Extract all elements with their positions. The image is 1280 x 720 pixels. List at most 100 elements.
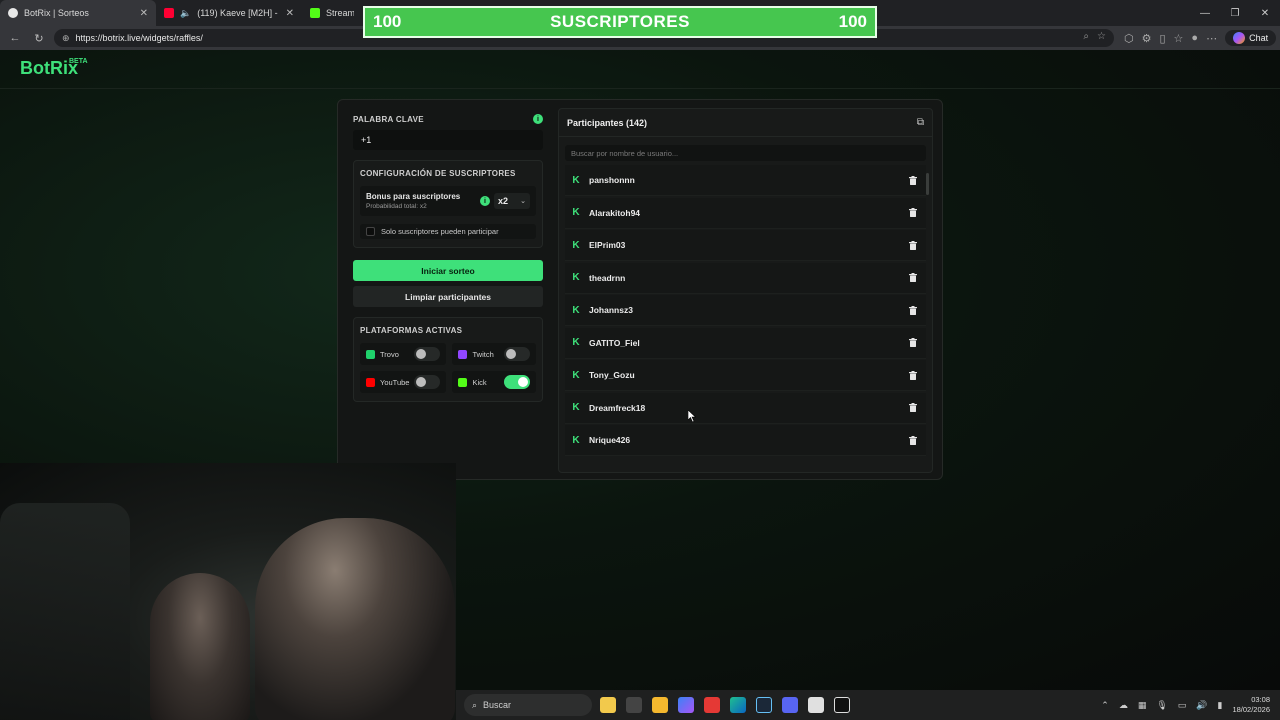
kick-toggle[interactable]: [504, 375, 530, 389]
delete-participant-icon[interactable]: [906, 206, 920, 220]
maximize-icon[interactable]: ❐: [1220, 0, 1250, 26]
chevron-down-icon: ⌄: [520, 198, 526, 205]
participant-row: K GATITO_Fiel: [565, 327, 926, 359]
taskbar-search[interactable]: ⌕ Buscar: [464, 694, 592, 716]
beta-badge: BETA: [69, 58, 88, 65]
folder-icon[interactable]: [652, 697, 668, 713]
youtube-favicon-icon: [164, 8, 174, 18]
split-screen-icon[interactable]: ▯: [1159, 32, 1165, 45]
site-info-icon[interactable]: ⊕: [62, 33, 70, 44]
platform-youtube: YouTube: [360, 371, 447, 393]
minimize-icon[interactable]: —: [1190, 0, 1220, 26]
copy-icon[interactable]: ⧉: [917, 117, 924, 128]
clock-date: 18/02/2026: [1232, 705, 1270, 714]
reload-icon[interactable]: ↻: [28, 27, 50, 49]
copilot-app-icon[interactable]: [678, 697, 694, 713]
bonus-row: Bonus para suscriptores Probabilidad tot…: [360, 186, 536, 216]
delete-participant-icon[interactable]: [906, 368, 920, 382]
kick-icon: K: [572, 272, 580, 283]
clear-participants-button[interactable]: Limpiar participantes: [353, 286, 543, 307]
file-explorer-icon[interactable]: [600, 697, 616, 713]
window-controls: — ❐ ✕: [1190, 0, 1280, 26]
network-icon[interactable]: ▦: [1138, 700, 1147, 711]
delete-participant-icon[interactable]: [906, 303, 920, 317]
wps-icon[interactable]: [704, 697, 720, 713]
delete-participant-icon[interactable]: [906, 433, 920, 447]
twitch-toggle[interactable]: [504, 347, 530, 361]
participant-row: Ktheadrnn: [565, 262, 926, 294]
gaming-chair: [0, 503, 130, 720]
start-raffle-button[interactable]: Iniciar sorteo: [353, 260, 543, 281]
tab-title: (119) Kaeve [M2H] - Deja Qu: [197, 8, 279, 18]
display-icon[interactable]: ▭: [1178, 700, 1187, 711]
platform-kick: Kick: [452, 371, 536, 393]
delete-participant-icon[interactable]: [906, 173, 920, 187]
participant-row: K ElPrim03: [565, 230, 926, 261]
youtube-toggle[interactable]: [414, 375, 441, 389]
chrome-icon[interactable]: [808, 697, 824, 713]
bonus-probability: Probabilidad total: x2: [366, 203, 427, 210]
multiplier-select[interactable]: x2 ⌄: [494, 193, 530, 209]
speaker-icon[interactable]: 🔈: [180, 8, 191, 19]
battery-icon[interactable]: ▮: [1218, 700, 1223, 711]
solo-subs-row[interactable]: Solo suscriptores pueden participar: [360, 224, 536, 239]
copilot-icon: [1233, 32, 1246, 44]
settings-icon[interactable]: ⚙: [1142, 32, 1152, 45]
zoom-icon[interactable]: ⌕: [1083, 31, 1089, 42]
banner-label: SUSCRIPTORES: [550, 12, 690, 31]
more-icon[interactable]: ⋯: [1206, 32, 1217, 45]
platforms-label: PLATAFORMAS ACTIVAS: [360, 326, 463, 335]
tab-botrix[interactable]: BotRix | Sorteos ✕: [0, 0, 156, 26]
trovo-icon: [366, 349, 375, 359]
kick-icon: K: [572, 174, 580, 186]
search-icon: ⌕: [472, 699, 478, 710]
participant-name: Nrique426: [589, 435, 631, 445]
back-icon[interactable]: ←: [4, 27, 26, 49]
favorites-icon[interactable]: ☆: [1174, 32, 1184, 45]
edge-icon[interactable]: [730, 697, 746, 713]
delete-participant-icon[interactable]: [906, 336, 920, 350]
participant-search-input[interactable]: Buscar por nombre de usuario...: [565, 145, 926, 161]
close-tab-icon[interactable]: ✕: [140, 8, 148, 19]
capcut-icon[interactable]: [834, 697, 850, 713]
platform-name: Kick: [472, 377, 487, 387]
participant-name: Alarakitoh94: [589, 207, 641, 218]
task-view-icon[interactable]: [626, 697, 642, 713]
delete-participant-icon[interactable]: [906, 271, 920, 285]
active-platforms: PLATAFORMAS ACTIVAS Trovo Twitch YouTube…: [353, 317, 543, 402]
close-window-icon[interactable]: ✕: [1250, 0, 1280, 26]
extension-icon[interactable]: ⬡: [1124, 32, 1134, 45]
kick-icon: K: [572, 369, 580, 381]
tab-kick[interactable]: Stream - Ki: [302, 0, 362, 26]
subscriber-config: CONFIGURACIÓN DE SUSCRIPTORES Bonus para…: [353, 160, 543, 248]
multiplier-value: x2: [498, 196, 509, 206]
tab-youtube[interactable]: 🔈 (119) Kaeve [M2H] - Deja Qu ✕: [156, 0, 302, 26]
botrix-logo[interactable]: BotRix BETA: [20, 58, 88, 79]
volume-icon[interactable]: 🔊: [1196, 700, 1207, 711]
onedrive-icon[interactable]: ☁: [1119, 700, 1128, 711]
favorite-star-icon[interactable]: ☆: [1097, 31, 1106, 42]
delete-participant-icon[interactable]: [906, 238, 920, 252]
solo-subs-checkbox[interactable]: [366, 227, 375, 236]
kick-icon: K: [572, 304, 580, 316]
clock[interactable]: 03:08 18/02/2026: [1232, 695, 1270, 715]
profile-icon[interactable]: ●: [1191, 32, 1198, 44]
steam-icon[interactable]: [756, 697, 772, 713]
chat-button[interactable]: Chat: [1225, 30, 1277, 46]
delete-participant-icon[interactable]: [906, 401, 920, 415]
participant-row: Kpanshonnn: [565, 165, 926, 196]
trovo-toggle[interactable]: [414, 347, 441, 361]
mouse-cursor-icon: [688, 410, 696, 422]
list-scrollbar[interactable]: [926, 173, 929, 195]
clock-time: 03:08: [1251, 695, 1270, 704]
participant-name: theadrnn: [589, 272, 626, 283]
youtube-icon: [366, 377, 375, 387]
chevron-up-icon[interactable]: ⌃: [1101, 700, 1109, 711]
microphone-icon[interactable]: 🎙: [1156, 700, 1167, 711]
botrix-favicon-icon: [8, 8, 18, 18]
discord-icon[interactable]: [782, 697, 798, 713]
close-tab-icon[interactable]: ✕: [286, 8, 294, 19]
bonus-info-icon[interactable]: i: [480, 196, 490, 206]
keyword-input[interactable]: +1: [353, 130, 543, 150]
info-icon[interactable]: i: [533, 114, 543, 124]
